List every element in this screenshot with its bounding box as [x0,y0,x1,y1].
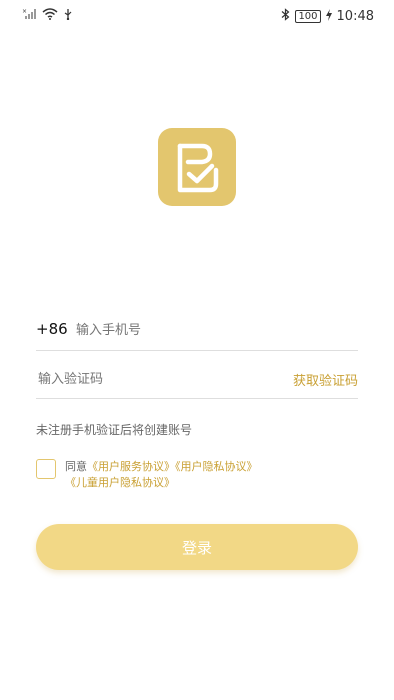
bluetooth-icon [281,8,290,25]
verification-code-input[interactable] [36,367,260,391]
signal-icon: × [22,8,36,24]
battery-icon: 100 [295,10,321,23]
status-bar: × 100 10:48 [0,0,394,34]
phone-input[interactable] [74,318,348,342]
app-logo [158,128,236,206]
user-privacy-agreement-link[interactable]: 《用户隐私协议》 [175,460,258,473]
user-service-agreement-link[interactable]: 《用户服务协议》 [87,460,175,473]
svg-text:×: × [22,8,27,15]
phone-row: +86 [36,308,358,351]
login-button[interactable]: 登录 [36,524,358,570]
child-privacy-agreement-link[interactable]: 《儿童用户隐私协议》 [65,476,175,489]
status-time: 10:48 [336,9,374,24]
agreement-prefix: 同意 [65,460,87,473]
agreement-checkbox[interactable] [36,459,56,479]
agreement-text: 同意《用户服务协议》《用户隐私协议》《儿童用户隐私协议》 [65,459,357,491]
code-row: 获取验证码 [36,358,358,399]
register-hint: 未注册手机验证后将创建账号 [36,423,193,437]
agreement-row: 同意《用户服务协议》《用户隐私协议》《儿童用户隐私协议》 [36,459,358,491]
wifi-icon [42,8,58,24]
charging-icon [325,8,332,25]
country-code[interactable]: +86 [36,320,68,338]
status-left: × [22,8,72,24]
usb-icon [64,8,72,24]
checklist-app-logo-icon [177,143,219,193]
get-code-button[interactable]: 获取验证码 [293,370,358,389]
status-right: 100 10:48 [281,8,374,25]
